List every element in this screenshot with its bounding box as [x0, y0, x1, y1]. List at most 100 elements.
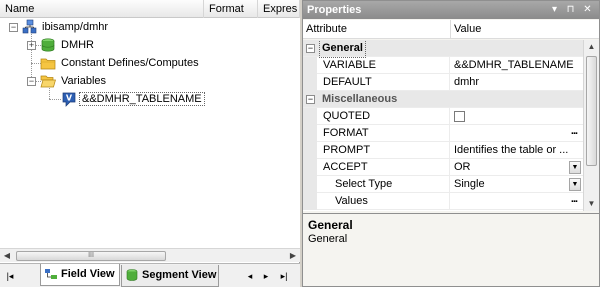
row-gutter	[303, 193, 317, 210]
property-row-quoted[interactable]: QUOTED	[303, 108, 583, 125]
collapse-toggle[interactable]: −	[306, 44, 315, 53]
property-row-variable[interactable]: VARIABLE &&DMHR_TABLENAME	[303, 57, 583, 74]
last-tab-icon[interactable]: ▸|	[278, 269, 290, 283]
next-tab-icon[interactable]: ▸	[260, 269, 272, 283]
property-grid-header: Attribute Value	[303, 20, 599, 39]
property-value[interactable]: OR	[451, 159, 583, 176]
tree-node-dmhr[interactable]: DMHR	[59, 36, 96, 54]
field-view-icon	[45, 269, 57, 279]
tree-node-label: ibisamp/dmhr	[42, 21, 109, 33]
chevron-down-icon[interactable]: ▼	[569, 178, 581, 191]
folder-icon	[40, 58, 56, 70]
pin-icon[interactable]: ⊓	[564, 3, 577, 16]
row-gutter	[303, 176, 317, 193]
previous-tab-icon[interactable]: ◂	[244, 269, 256, 283]
tab-label: Field View	[61, 268, 115, 280]
property-description-pane: General General	[303, 213, 599, 286]
attribute-column-header[interactable]: Attribute	[303, 20, 451, 39]
property-name: PROMPT	[317, 142, 450, 159]
tree-panel: Name Format Expres − ibisamp/dmhr + DMHR…	[0, 0, 300, 287]
view-tab-strip: |◂ Field View Segment View ◂ ▸ ▸|	[0, 263, 300, 287]
tab-field-view[interactable]: Field View	[40, 264, 120, 286]
tree-node-root[interactable]: ibisamp/dmhr	[40, 18, 110, 36]
collapse-toggle[interactable]: −	[9, 23, 18, 32]
collapse-toggle[interactable]: −	[306, 95, 315, 104]
tree-connector	[49, 88, 50, 99]
segment-icon	[41, 38, 55, 52]
tree-view: − ibisamp/dmhr + DMHR Constant Defines/C…	[0, 18, 300, 248]
column-format[interactable]: Format	[204, 0, 258, 18]
property-name: FORMAT	[317, 125, 450, 142]
property-value[interactable]: &&DMHR_TABLENAME	[451, 57, 583, 74]
scroll-left-icon[interactable]: ◀	[0, 249, 14, 263]
open-folder-icon	[40, 75, 56, 88]
property-value[interactable]	[451, 193, 583, 210]
scrollbar-thumb[interactable]: III	[16, 251, 166, 261]
tree-column-header: Name Format Expres	[0, 0, 300, 18]
value-column-header[interactable]: Value	[451, 20, 599, 39]
scroll-up-icon[interactable]: ▲	[584, 40, 599, 54]
collapse-toggle[interactable]: −	[27, 77, 36, 86]
properties-panel: Properties ▾ ⊓ ✕ Attribute Value − Gener…	[302, 0, 600, 287]
panel-title: Properties	[307, 4, 362, 16]
tree-connector	[49, 99, 61, 100]
scrollbar-thumb[interactable]	[586, 56, 597, 166]
row-gutter	[303, 159, 317, 176]
row-gutter	[303, 57, 317, 74]
property-grid: − General VARIABLE &&DMHR_TABLENAME DEFA…	[303, 40, 583, 211]
category-miscellaneous[interactable]: − Miscellaneous	[303, 91, 583, 108]
property-name: Values	[317, 193, 450, 210]
property-value[interactable]: Single	[451, 176, 583, 193]
vertical-scrollbar[interactable]: ▲ ▼	[583, 40, 599, 211]
tree-node-dmhr-tablename[interactable]: &&DMHR_TABLENAME	[79, 90, 205, 108]
quoted-checkbox[interactable]	[454, 111, 465, 122]
tab-segment-view[interactable]: Segment View	[121, 265, 219, 287]
ellipsis-button[interactable]: ...	[567, 194, 581, 208]
chevron-down-icon[interactable]: ▼	[569, 161, 581, 174]
property-value	[451, 108, 583, 125]
close-icon[interactable]: ✕	[581, 3, 594, 16]
tree-node-label: DMHR	[61, 39, 94, 51]
horizontal-scrollbar[interactable]: ◀ III ▶	[0, 248, 300, 262]
category-general[interactable]: − General	[303, 40, 583, 58]
category-label: Miscellaneous	[322, 93, 398, 105]
property-value[interactable]	[451, 125, 583, 142]
segment-view-icon	[126, 269, 138, 281]
property-name: DEFAULT	[317, 74, 450, 91]
properties-title-bar: Properties ▾ ⊓ ✕	[303, 1, 599, 19]
property-row-accept[interactable]: ACCEPT OR ▼	[303, 159, 583, 176]
master-file-icon	[22, 19, 37, 34]
property-name: VARIABLE	[317, 57, 450, 74]
column-expression[interactable]: Expres	[258, 0, 300, 18]
property-row-default[interactable]: DEFAULT dmhr	[303, 74, 583, 91]
row-gutter	[303, 108, 317, 125]
category-label: General	[319, 40, 366, 58]
expand-toggle[interactable]: +	[27, 41, 36, 50]
row-gutter	[303, 74, 317, 91]
property-row-select-type[interactable]: Select Type Single ▼	[303, 176, 583, 193]
scroll-right-icon[interactable]: ▶	[286, 249, 300, 263]
column-name[interactable]: Name	[0, 0, 204, 18]
property-value[interactable]: Identifies the table or ...	[451, 142, 583, 159]
tree-node-variables[interactable]: Variables	[59, 72, 108, 90]
scroll-down-icon[interactable]: ▼	[584, 197, 599, 211]
tab-label: Segment View	[142, 269, 217, 281]
property-name: Select Type	[317, 176, 450, 193]
tree-node-constant-defines[interactable]: Constant Defines/Computes	[59, 54, 201, 72]
property-row-prompt[interactable]: PROMPT Identifies the table or ...	[303, 142, 583, 159]
variable-icon: V	[62, 92, 76, 107]
tree-node-label: Constant Defines/Computes	[61, 57, 199, 69]
tree-node-label: Variables	[61, 75, 107, 87]
property-value[interactable]: dmhr	[451, 74, 583, 91]
ellipsis-button[interactable]: ...	[567, 126, 581, 140]
description-text: General	[308, 233, 348, 245]
panel-menu-icon[interactable]: ▾	[548, 3, 561, 16]
row-gutter	[303, 142, 317, 159]
property-row-format[interactable]: FORMAT ...	[303, 125, 583, 142]
property-name: ACCEPT	[317, 159, 450, 176]
property-row-values[interactable]: Values ...	[303, 193, 583, 210]
row-gutter	[303, 125, 317, 142]
property-name: QUOTED	[317, 108, 450, 125]
first-tab-icon[interactable]: |◂	[4, 269, 16, 283]
description-title: General	[308, 218, 353, 232]
